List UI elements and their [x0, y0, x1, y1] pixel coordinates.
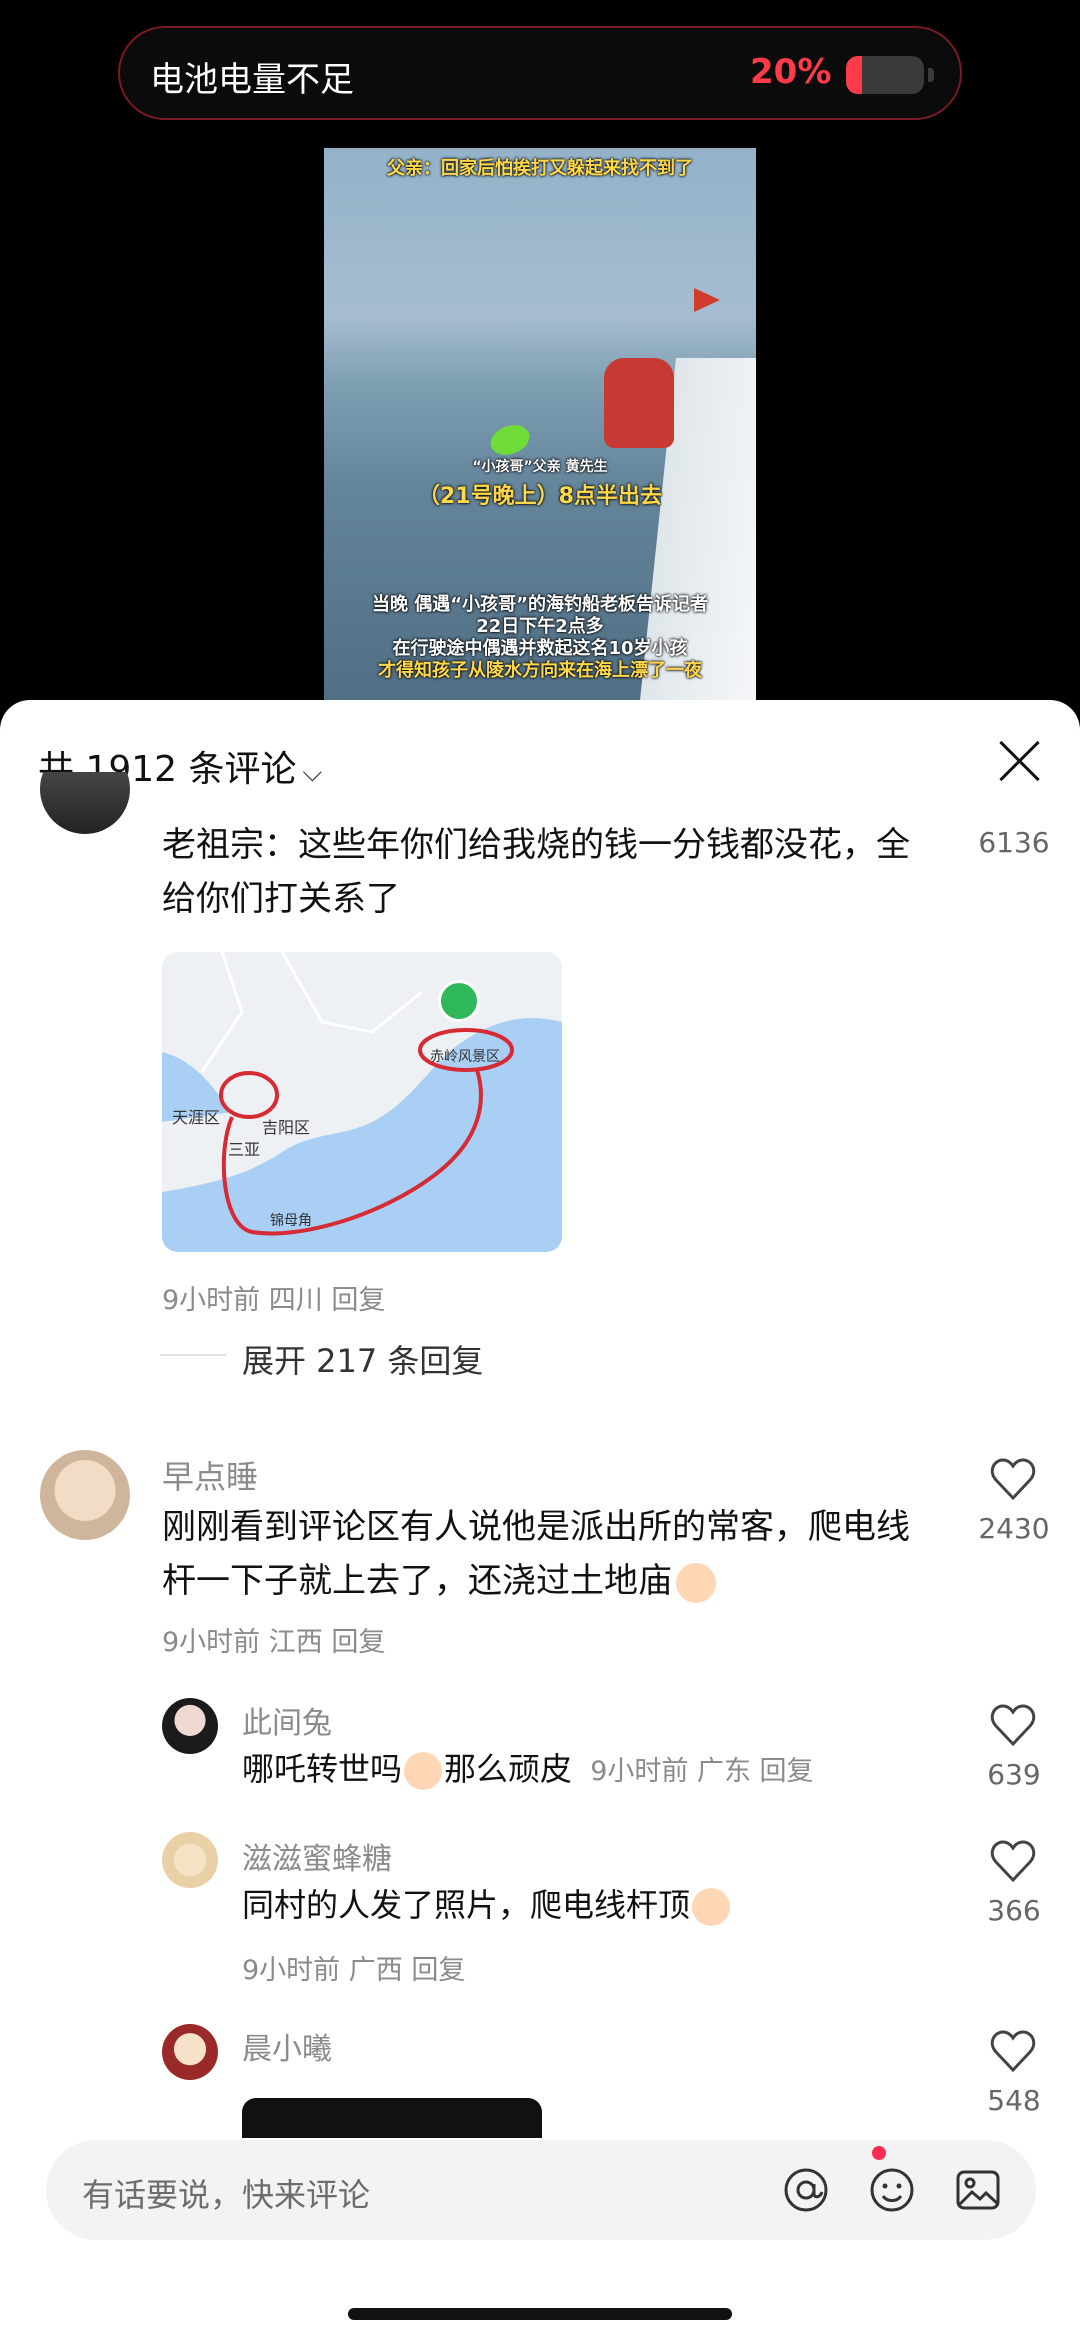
- crying-emoji-icon: [676, 1562, 716, 1603]
- avatar[interactable]: [40, 1450, 130, 1540]
- expand-replies-button[interactable]: 展开 217 条回复: [242, 1336, 483, 1382]
- map-pin-icon: [438, 980, 480, 1022]
- comment-text-line: 老祖宗：这些年你们给我烧的钱一分钱都没花，全: [162, 825, 910, 865]
- username[interactable]: 此间兔: [242, 1698, 332, 1742]
- like-count: 366: [987, 1894, 1041, 1927]
- at-mention-icon[interactable]: [782, 2166, 830, 2214]
- crying-emoji-icon: [404, 1752, 443, 1790]
- battery-icon: [846, 56, 924, 94]
- emoji-icon[interactable]: [868, 2166, 916, 2214]
- comment-sheet: 共 1912 条评论 ⌵ 老祖宗：这些年你们给我烧的钱一分钱都没花，全 给你们打关…: [0, 700, 1080, 2342]
- expand-divider: [160, 1354, 226, 1356]
- heart-icon[interactable]: [990, 1458, 1036, 1500]
- comment-text-line: 刚刚看到评论区有人说他是派出所的常客，爬电线: [162, 1507, 910, 1547]
- comment-text: 同村的人发了照片，爬电线杆顶: [242, 1880, 731, 1926]
- comment-text-part: 同村的人发了照片，爬电线杆顶: [242, 1886, 691, 1924]
- comment-text-line-2: 杆一下子就上去了，还浇过土地庙: [162, 1561, 672, 1601]
- comment-meta[interactable]: 9小时前 广东 回复: [590, 1756, 813, 1787]
- comment-input[interactable]: 有话要说，快来评论: [46, 2140, 1036, 2240]
- battery-nub: [928, 68, 934, 82]
- comment-text: 老祖宗：这些年你们给我烧的钱一分钱都没花，全 给你们打关系了: [162, 818, 910, 926]
- horizon: [324, 354, 756, 356]
- username[interactable]: 滋滋蜜蜂糖: [242, 1834, 392, 1878]
- like-count: 548: [987, 2084, 1041, 2117]
- heart-icon[interactable]: [990, 2030, 1036, 2072]
- fisherman: [604, 358, 674, 448]
- battery-warning-label: 电池电量不足: [150, 60, 354, 100]
- comment-text-line: 给你们打关系了: [162, 879, 400, 919]
- like-count: 2430: [978, 1512, 1050, 1545]
- video-caption-line4: 才得知孩子从陵水方向来在海上漂了一夜: [378, 660, 702, 681]
- username[interactable]: 早点睡: [162, 1452, 258, 1498]
- comment-meta[interactable]: 9小时前 广西 回复: [242, 1948, 465, 1987]
- comment-meta[interactable]: 9小时前 四川 回复: [162, 1278, 385, 1317]
- comment-text-part: 那么顽皮: [444, 1750, 573, 1788]
- like-count: 6136: [978, 826, 1050, 859]
- low-battery-toast: 电池电量不足 20%: [118, 26, 962, 120]
- avatar[interactable]: [162, 1698, 218, 1754]
- reply-image[interactable]: [242, 2098, 542, 2138]
- notification-dot: [872, 2146, 886, 2160]
- username[interactable]: 晨小曦: [242, 2024, 332, 2068]
- video-caption-sub1: “小孩哥”父亲 黄先生: [472, 459, 608, 475]
- map-label: 吉阳区: [262, 1118, 311, 1137]
- avatar[interactable]: [162, 2024, 218, 2080]
- map-label: 赤岭风景区: [430, 1049, 500, 1065]
- close-icon[interactable]: [996, 738, 1042, 784]
- map-label: 锦母角: [270, 1213, 312, 1229]
- comment-text-line: 杆一下子就上去了，还浇过土地庙: [162, 1554, 910, 1608]
- avatar[interactable]: [162, 1832, 218, 1888]
- video-player[interactable]: 父亲：回家后怕挨打又躲起来找不到了 “小孩哥”父亲 黄先生 （21号晚上）8点半…: [324, 148, 756, 708]
- video-caption-top: 父亲：回家后怕挨打又躲起来找不到了: [387, 158, 693, 179]
- home-indicator[interactable]: [348, 2308, 732, 2320]
- map-image[interactable]: 天涯区 吉阳区 三亚 赤岭风景区 锦母角: [162, 952, 562, 1252]
- map-label: 天涯区: [172, 1108, 221, 1127]
- comment-meta[interactable]: 9小时前 江西 回复: [162, 1620, 385, 1659]
- comment-text: 刚刚看到评论区有人说他是派出所的常客，爬电线 杆一下子就上去了，还浇过土地庙: [162, 1500, 910, 1608]
- comment-text: 哪吒转世吗 那么顽皮 9小时前 广东 回复: [242, 1744, 814, 1790]
- boat-flag: [694, 288, 720, 312]
- heart-icon[interactable]: [990, 1840, 1036, 1882]
- battery-percent: 20%: [750, 52, 832, 92]
- like-count: 639: [987, 1758, 1041, 1791]
- video-caption-sub2: （21号晚上）8点半出去: [418, 484, 662, 509]
- map-label: 三亚: [228, 1140, 261, 1159]
- chevron-down-icon: ⌵: [302, 758, 323, 788]
- crying-emoji-icon: [692, 1888, 731, 1926]
- comment-input-placeholder: 有话要说，快来评论: [82, 2176, 371, 2214]
- comment-text-part: 哪吒转世吗: [242, 1750, 403, 1788]
- heart-icon[interactable]: [990, 1704, 1036, 1746]
- image-icon[interactable]: [954, 2166, 1002, 2214]
- green-float: [486, 420, 534, 460]
